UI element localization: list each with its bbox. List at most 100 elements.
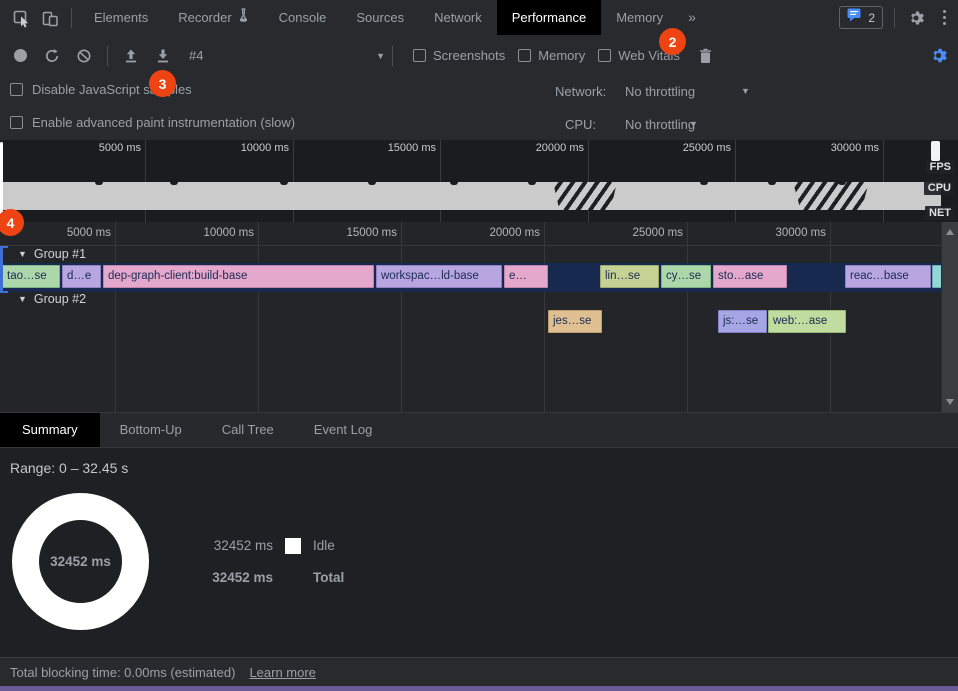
divider	[392, 46, 393, 66]
save-profile-icon[interactable]	[155, 48, 171, 64]
gear-icon[interactable]	[902, 4, 930, 32]
desktop-edge	[0, 686, 958, 691]
flame-bar[interactable]: jes…se	[548, 310, 602, 333]
tab-label: Network	[434, 0, 482, 35]
group-2-header[interactable]: ▼ Group #2	[18, 292, 86, 306]
vertical-scrollbar[interactable]	[941, 222, 958, 412]
legend-idle-label: Idle	[313, 538, 335, 553]
tab-label: Console	[279, 0, 327, 35]
screenshots-checkbox[interactable]: Screenshots	[413, 48, 505, 63]
network-throttling-select[interactable]: No throttling	[625, 84, 695, 99]
tab-event-log[interactable]: Event Log	[294, 413, 393, 447]
tab-label: Recorder	[178, 0, 231, 35]
flame-bar[interactable]: tao…se	[2, 265, 60, 288]
overview-left-handle[interactable]	[0, 142, 3, 218]
chevron-down-icon[interactable]: ▼	[689, 119, 698, 129]
tab-bottom-up[interactable]: Bottom-Up	[100, 413, 202, 447]
ruler-tick-label: 30000 ms	[754, 227, 826, 239]
legend-total-value: 32452 ms	[193, 570, 273, 585]
capture-settings-gear-icon[interactable]	[929, 46, 948, 65]
trash-icon[interactable]	[698, 48, 713, 64]
group-1-track: tao…sed…edep-graph-client:build-basework…	[0, 265, 941, 288]
chevron-down-icon[interactable]: ▼	[741, 86, 750, 96]
ruler-tick-label: 25000 ms	[659, 142, 731, 154]
checkbox-box[interactable]	[598, 49, 611, 62]
tab-label: Elements	[94, 0, 148, 35]
overview-right-handle[interactable]	[931, 141, 940, 161]
fps-lane-label: FPS	[926, 160, 955, 174]
divider	[107, 46, 108, 66]
group-name: Group #2	[34, 292, 86, 306]
group-1-header[interactable]: ▼ Group #1	[18, 247, 86, 261]
total-blocking-time-text: Total blocking time: 0.00ms (estimated)	[10, 665, 235, 680]
tab-call-tree[interactable]: Call Tree	[202, 413, 294, 447]
tab-performance[interactable]: Performance	[497, 0, 601, 35]
inspect-icon[interactable]	[8, 4, 36, 32]
donut-center-label: 32452 ms	[12, 493, 149, 630]
reload-icon[interactable]	[44, 48, 60, 64]
tab-sources[interactable]: Sources	[341, 0, 419, 35]
devtools-window: Elements Recorder Console Sources Networ…	[0, 0, 958, 691]
advanced-paint-checkbox[interactable]: Enable advanced paint instrumentation (s…	[10, 115, 295, 130]
cpu-label: CPU:	[565, 117, 596, 132]
flame-bar[interactable]: d…e	[62, 265, 101, 288]
tab-elements[interactable]: Elements	[79, 0, 163, 35]
cpu-throttling-select[interactable]: No throttling	[625, 117, 695, 132]
capture-settings-pane: Disable JavaScript samples Enable advanc…	[0, 76, 958, 140]
collapse-triangle-icon[interactable]: ▼	[18, 249, 27, 259]
kebab-menu-icon[interactable]	[930, 4, 958, 32]
timeline-overview[interactable]: 5000 ms10000 ms15000 ms20000 ms25000 ms3…	[0, 140, 958, 222]
collapse-triangle-icon[interactable]: ▼	[18, 294, 27, 304]
flame-chart[interactable]: 5000 ms10000 ms15000 ms20000 ms25000 ms3…	[0, 222, 958, 412]
clear-icon[interactable]	[76, 48, 92, 64]
load-profile-icon[interactable]	[123, 48, 139, 64]
tab-console[interactable]: Console	[264, 0, 342, 35]
more-tabs-button[interactable]: »	[678, 0, 706, 35]
scroll-up-icon[interactable]	[946, 229, 954, 235]
issues-counter[interactable]: 2	[839, 6, 883, 29]
ruler-divider	[0, 245, 941, 246]
ruler-tick-label: 30000 ms	[807, 142, 879, 154]
devtools-tabbar: Elements Recorder Console Sources Networ…	[0, 0, 958, 35]
flame-bar[interactable]: reac…base	[845, 265, 931, 288]
tab-recorder[interactable]: Recorder	[163, 0, 263, 35]
flame-bar[interactable]: lin…se	[600, 265, 659, 288]
checkbox-box[interactable]	[518, 49, 531, 62]
ruler-tick-label: 10000 ms	[217, 142, 289, 154]
status-footer: Total blocking time: 0.00ms (estimated) …	[0, 657, 958, 686]
network-label: Network:	[555, 84, 606, 99]
memory-checkbox[interactable]: Memory	[518, 48, 585, 63]
cpu-hatched-region	[553, 182, 617, 210]
ruler-tick-label: 5000 ms	[69, 142, 141, 154]
flame-bar[interactable]: web:…ase	[768, 310, 846, 333]
checkbox-label: Enable advanced paint instrumentation (s…	[32, 115, 295, 130]
checkbox-box[interactable]	[413, 49, 426, 62]
ruler-tick-label: 5000 ms	[39, 227, 111, 239]
issues-count: 2	[868, 11, 875, 25]
tab-network[interactable]: Network	[419, 0, 497, 35]
history-select[interactable]: #4 ▼	[189, 48, 385, 63]
annotation-badge-3: 3	[149, 70, 176, 97]
tab-summary[interactable]: Summary	[0, 413, 100, 447]
flame-bar[interactable]: cy…se	[661, 265, 711, 288]
flame-bar[interactable]: js:…se	[718, 310, 767, 333]
checkbox-box[interactable]	[10, 83, 23, 96]
chevron-down-icon: ▼	[376, 51, 385, 61]
record-icon[interactable]	[14, 49, 27, 62]
flame-bar[interactable]: workspac…ld-base	[376, 265, 502, 288]
summary-pane: Range: 0 – 32.45 s 32452 ms 32452 ms Idl…	[0, 448, 958, 657]
learn-more-link[interactable]: Learn more	[249, 665, 315, 680]
checkbox-box[interactable]	[10, 116, 23, 129]
flame-bar[interactable]: sto…ase	[713, 265, 787, 288]
details-tabbar: Summary Bottom-Up Call Tree Event Log	[0, 412, 958, 448]
flame-bar[interactable]: dep-graph-client:build-base	[103, 265, 374, 288]
device-toolbar-icon[interactable]	[36, 4, 64, 32]
divider	[71, 8, 72, 28]
cpu-hatched-region	[793, 182, 869, 210]
cpu-dip	[700, 182, 708, 185]
scroll-down-icon[interactable]	[946, 399, 954, 405]
chevrons-icon: »	[688, 0, 696, 35]
tab-label: Sources	[356, 0, 404, 35]
divider	[894, 8, 895, 28]
flame-bar[interactable]: e…	[504, 265, 548, 288]
